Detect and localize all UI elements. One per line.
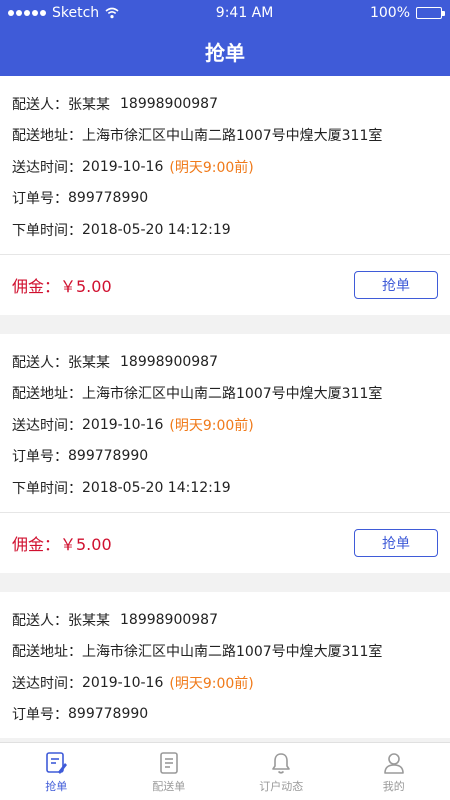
delivery-label: 送达时间： bbox=[12, 675, 82, 692]
order-time: 2018-05-20 14:12:19 bbox=[82, 479, 231, 496]
grab-order-button[interactable]: 抢单 bbox=[354, 528, 438, 557]
delivery-time-row: 送达时间： 2019-10-16 (明天9:00前) bbox=[12, 667, 438, 699]
order-number-row: 订单号： 899778990 bbox=[12, 699, 438, 731]
order-number: 899778990 bbox=[68, 448, 149, 465]
courier-row: 配送人： 张某某 18998900987 bbox=[12, 604, 438, 636]
courier-label: 配送人： bbox=[12, 96, 68, 113]
page-title: 抢单 bbox=[205, 40, 245, 65]
grab-order-button[interactable]: 抢单 bbox=[354, 270, 438, 299]
signal-icon bbox=[8, 10, 46, 16]
user-icon bbox=[383, 752, 404, 774]
delivery-note: (明天9:00前) bbox=[169, 159, 254, 176]
tab-label: 配送单 bbox=[152, 779, 186, 793]
delivery-list-icon bbox=[159, 751, 178, 774]
wifi-icon bbox=[105, 7, 119, 19]
order-number-label: 订单号： bbox=[12, 449, 68, 466]
address-label: 配送地址： bbox=[12, 386, 82, 403]
tab-bar: 抢单 配送单 订户动态 我的 bbox=[0, 742, 450, 800]
bell-icon bbox=[272, 752, 291, 774]
header: Sketch 9:41 AM 100% 抢单 bbox=[0, 0, 450, 76]
courier-label: 配送人： bbox=[12, 612, 68, 629]
order-card[interactable]: 配送人： 张某某 18998900987 配送地址： 上海市徐汇区中山南二路10… bbox=[0, 334, 450, 573]
order-number-row: 订单号： 899778990 bbox=[12, 183, 438, 215]
order-time-label: 下单时间： bbox=[12, 480, 82, 497]
courier-row: 配送人： 张某某 18998900987 bbox=[12, 346, 438, 378]
tab-label: 我的 bbox=[382, 779, 405, 793]
order-time-row: 下单时间： 2018-05-20 14:12:19 bbox=[12, 472, 438, 504]
battery-percent: 100% bbox=[369, 5, 410, 21]
delivery-date: 2019-10-16 bbox=[82, 416, 164, 433]
delivery-label: 送达时间： bbox=[12, 159, 82, 176]
delivery-label: 送达时间： bbox=[12, 417, 82, 434]
tab-subscriber-news[interactable]: 订户动态 bbox=[225, 743, 338, 800]
delivery-date: 2019-10-16 bbox=[82, 674, 164, 691]
courier-phone: 18998900987 bbox=[120, 95, 218, 112]
order-number-label: 订单号： bbox=[12, 707, 68, 724]
delivery-time-row: 送达时间： 2019-10-16 (明天9:00前) bbox=[12, 409, 438, 441]
courier-phone: 18998900987 bbox=[120, 611, 218, 628]
order-number: 899778990 bbox=[68, 190, 149, 207]
courier-phone: 18998900987 bbox=[120, 353, 218, 370]
order-time-row: 下单时间： 2018-05-20 14:12:19 bbox=[12, 214, 438, 246]
tab-label: 抢单 bbox=[45, 779, 68, 793]
delivery-time-row: 送达时间： 2019-10-16 (明天9:00前) bbox=[12, 151, 438, 183]
delivery-note: (明天9:00前) bbox=[169, 675, 254, 692]
courier-row: 配送人： 张某某 18998900987 bbox=[12, 88, 438, 120]
courier-name: 张某某 bbox=[68, 354, 110, 371]
address-label: 配送地址： bbox=[12, 644, 82, 661]
order-time: 2018-05-20 14:12:19 bbox=[82, 221, 231, 238]
courier-name: 张某某 bbox=[68, 96, 110, 113]
status-time: 9:41 AM bbox=[215, 5, 274, 21]
carrier-name: Sketch bbox=[52, 5, 100, 21]
commission: 佣金：￥5.00 bbox=[12, 276, 112, 296]
grab-order-icon bbox=[46, 751, 68, 774]
address-value: 上海市徐汇区中山南二路1007号中煌大厦311室 bbox=[82, 128, 383, 145]
courier-label: 配送人： bbox=[12, 354, 68, 371]
order-number: 899778990 bbox=[68, 706, 149, 723]
tab-grab-order[interactable]: 抢单 bbox=[0, 743, 113, 800]
order-list[interactable]: 配送人： 张某某 18998900987 配送地址： 上海市徐汇区中山南二路10… bbox=[0, 76, 450, 742]
delivery-date: 2019-10-16 bbox=[82, 158, 164, 175]
delivery-note: (明天9:00前) bbox=[169, 417, 254, 434]
tab-label: 订户动态 bbox=[259, 779, 304, 793]
address-row: 配送地址： 上海市徐汇区中山南二路1007号中煌大厦311室 bbox=[12, 636, 438, 668]
address-row: 配送地址： 上海市徐汇区中山南二路1007号中煌大厦311室 bbox=[12, 378, 438, 410]
address-value: 上海市徐汇区中山南二路1007号中煌大厦311室 bbox=[82, 644, 383, 661]
commission: 佣金：￥5.00 bbox=[12, 534, 112, 554]
address-value: 上海市徐汇区中山南二路1007号中煌大厦311室 bbox=[82, 386, 383, 403]
tab-profile[interactable]: 我的 bbox=[338, 743, 450, 800]
order-card[interactable]: 配送人： 张某某 18998900987 配送地址： 上海市徐汇区中山南二路10… bbox=[0, 76, 450, 315]
battery-icon bbox=[416, 7, 445, 19]
address-row: 配送地址： 上海市徐汇区中山南二路1007号中煌大厦311室 bbox=[12, 120, 438, 152]
status-bar: Sketch 9:41 AM 100% bbox=[0, 0, 450, 26]
order-number-row: 订单号： 899778990 bbox=[12, 441, 438, 473]
courier-name: 张某某 bbox=[68, 612, 110, 629]
tab-delivery-list[interactable]: 配送单 bbox=[113, 743, 226, 800]
order-time-label: 下单时间： bbox=[12, 222, 82, 239]
order-number-label: 订单号： bbox=[12, 191, 68, 208]
order-card[interactable]: 配送人： 张某某 18998900987 配送地址： 上海市徐汇区中山南二路10… bbox=[0, 592, 450, 738]
address-label: 配送地址： bbox=[12, 128, 82, 145]
